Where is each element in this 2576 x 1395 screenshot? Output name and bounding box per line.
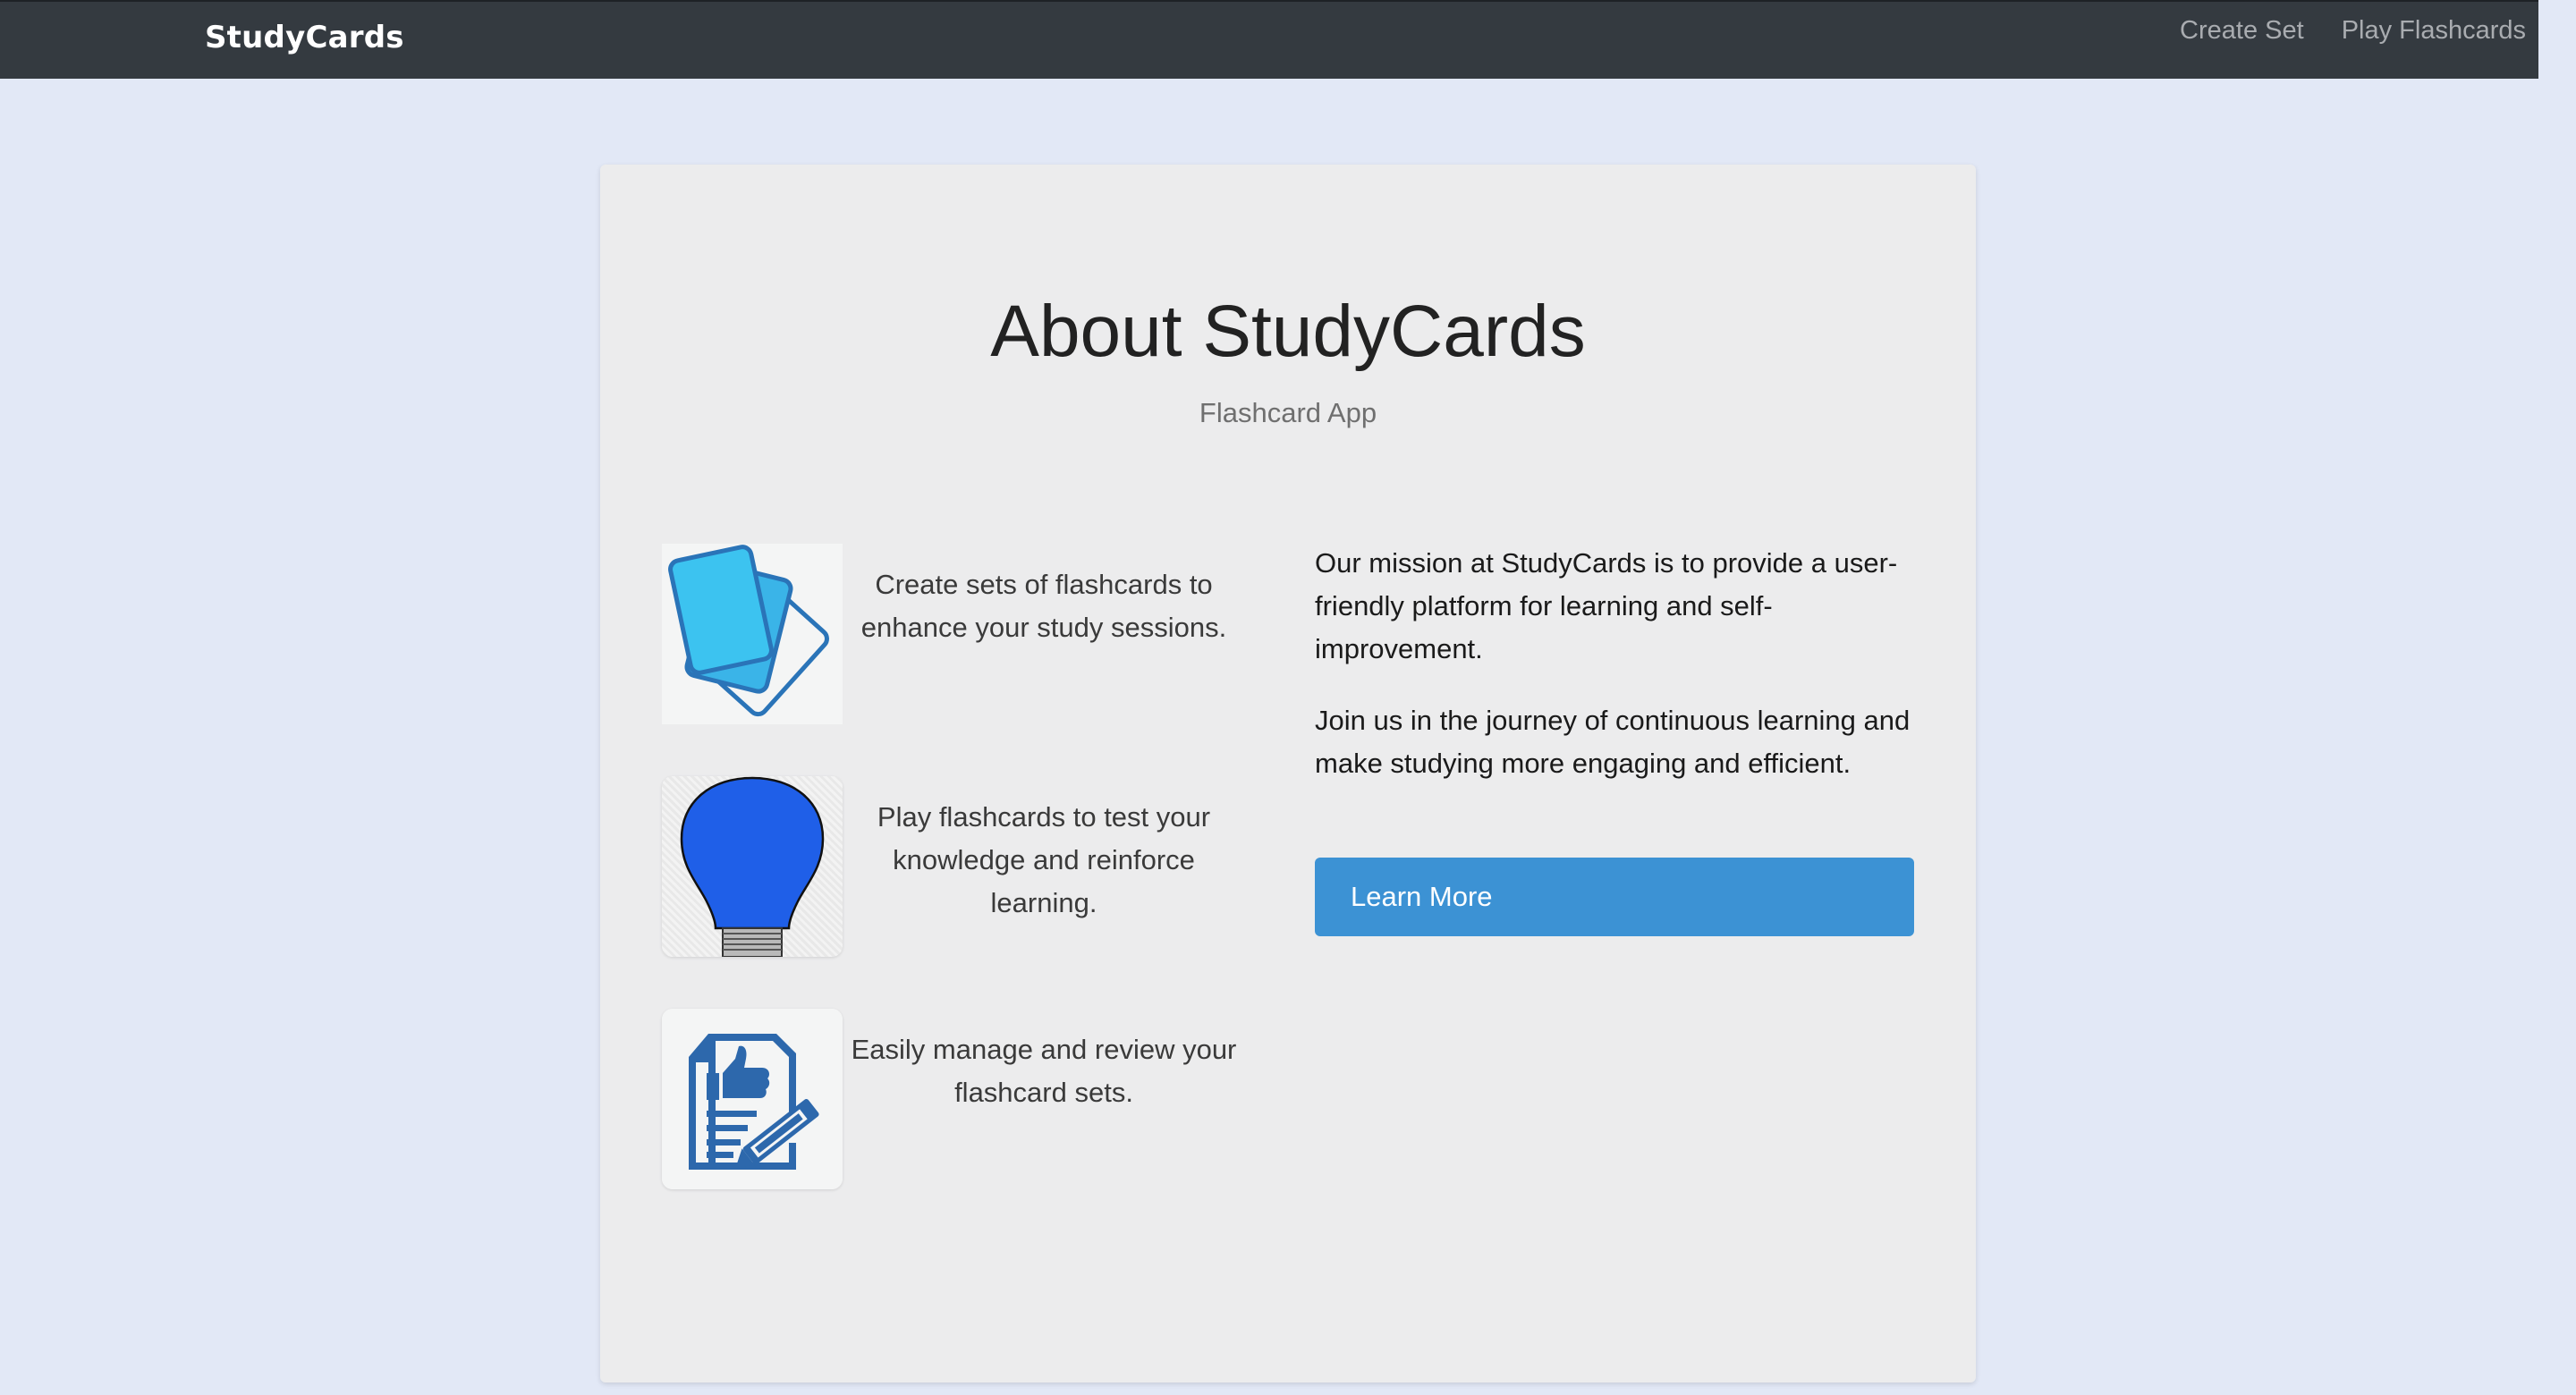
nav-link-create-set[interactable]: Create Set — [2180, 16, 2304, 46]
document-review-icon — [662, 1009, 843, 1189]
lightbulb-icon — [662, 776, 843, 957]
nav-links: Create Set Play Flashcards — [2180, 16, 2526, 46]
feature-manage-sets: Easily manage and review your flashcard … — [662, 1009, 1252, 1189]
feature-text-create-sets: Create sets of flashcards to enhance you… — [860, 569, 1227, 643]
page-subtitle: Flashcard App — [1199, 397, 1377, 428]
feature-create-sets: Create sets of flashcards to enhance you… — [662, 544, 1252, 724]
feature-play-flashcards: Play flashcards to test your knowledge a… — [662, 776, 1252, 957]
join-paragraph: Join us in the journey of continuous lea… — [1315, 705, 1911, 779]
edge-strip — [2538, 0, 2576, 77]
page-title: About StudyCards — [990, 291, 1586, 372]
learn-more-button[interactable]: Learn More — [1315, 858, 1914, 936]
top-navbar: StudyCards Create Set Play Flashcards — [0, 0, 2538, 79]
mission-paragraph: Our mission at StudyCards is to provide … — [1315, 547, 1898, 664]
mission-section: Our mission at StudyCards is to provide … — [1315, 542, 1914, 785]
about-card: About StudyCards Flashcard App Create se… — [600, 165, 1976, 1382]
feature-text-play-flashcards: Play flashcards to test your knowledge a… — [877, 801, 1211, 918]
feature-text-manage-sets: Easily manage and review your flashcard … — [851, 1034, 1237, 1108]
brand-logo-text[interactable]: StudyCards — [205, 20, 404, 55]
flashcards-icon — [662, 544, 843, 724]
nav-link-play-flashcards[interactable]: Play Flashcards — [2342, 16, 2526, 46]
